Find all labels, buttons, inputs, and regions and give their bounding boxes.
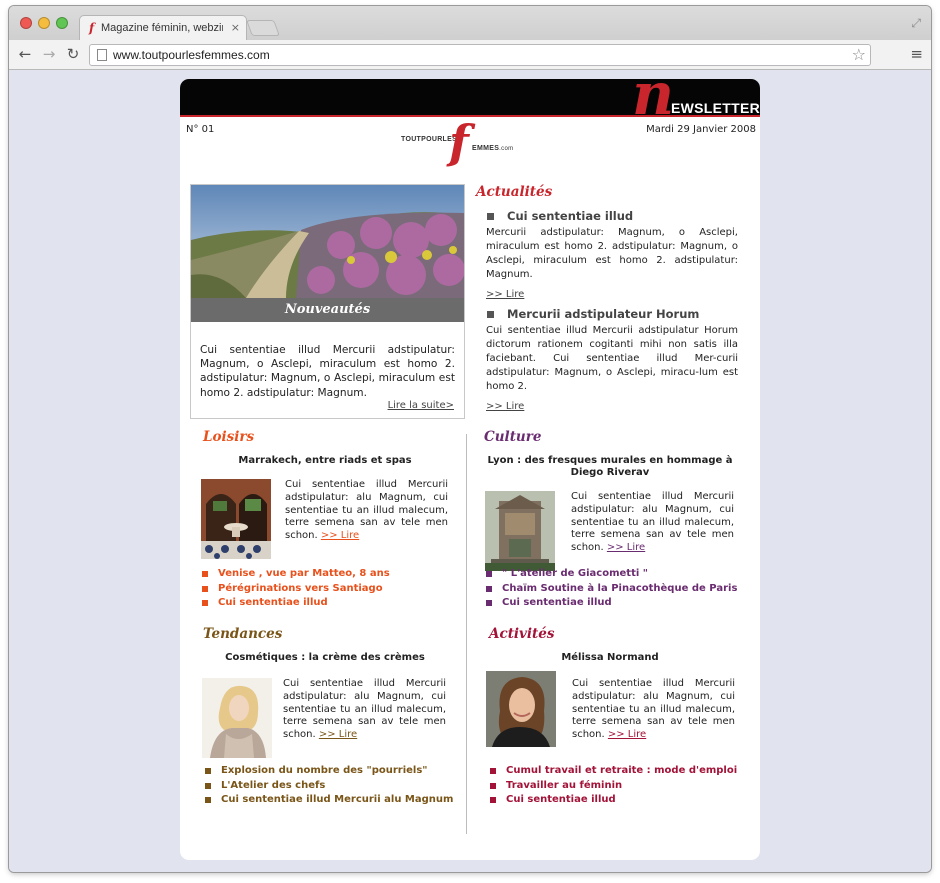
square-bullet-icon bbox=[202, 585, 208, 592]
list-item[interactable]: Cui sententiae illud bbox=[485, 596, 750, 611]
read-more-link[interactable]: Lire la suite> bbox=[388, 400, 454, 411]
zoom-window-button[interactable] bbox=[56, 17, 68, 29]
activites-text: Cui sententiae illud Mercurii adstipulat… bbox=[572, 678, 735, 741]
tendances-read-link[interactable]: >> Lire bbox=[319, 729, 357, 740]
site-favicon-icon: f bbox=[89, 21, 95, 35]
portrait-photo[interactable] bbox=[486, 671, 556, 747]
feature-title: Nouveautés bbox=[284, 302, 371, 317]
news-item: Mercurii adstipulateur Horum Cui sentent… bbox=[486, 307, 738, 413]
newsletter-header: n EWSLETTER bbox=[180, 79, 760, 123]
activites-read-link[interactable]: >> Lire bbox=[608, 729, 646, 740]
news-text: Mercurii adstipulatur: Magnum, o Asclepi… bbox=[486, 227, 738, 280]
news-heading[interactable]: Cui sententiae illud bbox=[486, 209, 738, 224]
address-bar[interactable]: www.toutpourlesfemmes.com ☆ bbox=[89, 44, 871, 66]
loisirs-links: Venise , vue par Matteo, 8 ans Pérégrina… bbox=[201, 567, 466, 611]
activites-headline[interactable]: Mélissa Normand bbox=[475, 652, 745, 664]
site-logo[interactable]: TOUTPOURLES f EMMES.com bbox=[401, 119, 541, 175]
list-item[interactable]: Cui sententiae illud Mercurii alu Magnum bbox=[204, 793, 469, 808]
tendances-links: Explosion du nombre des "pourriels" L'At… bbox=[204, 764, 469, 808]
close-window-button[interactable] bbox=[20, 17, 32, 29]
feature-title-band: Nouveautés bbox=[191, 298, 464, 322]
issue-number: N° 01 bbox=[186, 124, 215, 135]
tab-title: Magazine féminin, webzine bbox=[101, 22, 223, 34]
news-read-link[interactable]: >> Lire bbox=[486, 289, 524, 300]
browser-toolbar: ← → ↻ www.toutpourlesfemmes.com ☆ ≡ bbox=[9, 40, 931, 70]
list-item[interactable]: " L'atelier de Giacometti " bbox=[485, 567, 750, 582]
list-item[interactable]: L'Atelier des chefs bbox=[204, 779, 469, 794]
news-text: Cui sententiae illud Mercurii adstipulat… bbox=[486, 325, 738, 392]
back-arrow-icon[interactable]: ← bbox=[15, 44, 35, 64]
list-item[interactable]: Cui sententiae illud bbox=[201, 596, 466, 611]
reload-icon[interactable]: ↻ bbox=[63, 44, 83, 64]
culture-read-link[interactable]: >> Lire bbox=[607, 542, 645, 553]
newsletter: n EWSLETTER N° 01 Mardi 29 Janvier 2008 … bbox=[180, 79, 760, 860]
browser-tab[interactable]: f Magazine féminin, webzine × bbox=[79, 15, 247, 41]
page-viewport: n EWSLETTER N° 01 Mardi 29 Janvier 2008 … bbox=[9, 71, 931, 872]
activites-title: Activités bbox=[489, 626, 555, 642]
landscape-photo[interactable] bbox=[191, 185, 464, 298]
culture-text: Cui sententiae illud Mercurii adstipulat… bbox=[571, 491, 734, 554]
list-item[interactable]: Explosion du nombre des "pourriels" bbox=[204, 764, 469, 779]
star-icon[interactable]: ☆ bbox=[852, 45, 866, 64]
actualites-title: Actualités bbox=[476, 184, 553, 200]
menu-icon[interactable]: ≡ bbox=[910, 45, 923, 63]
loisirs-headline[interactable]: Marrakech, entre riads et spas bbox=[190, 455, 460, 467]
newsletter-word: EWSLETTER bbox=[671, 100, 760, 116]
square-bullet-icon bbox=[202, 571, 208, 577]
tendances-title: Tendances bbox=[203, 626, 283, 642]
fresco-photo[interactable] bbox=[485, 491, 555, 571]
list-item[interactable]: Chaïm Soutine à la Pinacothèque de Paris bbox=[485, 582, 750, 597]
fullscreen-icon[interactable]: ⤢ bbox=[911, 16, 921, 31]
list-item[interactable]: Travailler au féminin bbox=[489, 779, 754, 794]
activites-links: Cumul travail et retraite : mode d'emplo… bbox=[489, 764, 754, 808]
culture-links: " L'atelier de Giacometti " Chaïm Soutin… bbox=[485, 567, 750, 611]
news-heading[interactable]: Mercurii adstipulateur Horum bbox=[486, 307, 738, 322]
tab-close-icon[interactable]: × bbox=[231, 21, 240, 34]
square-bullet-icon bbox=[490, 797, 496, 803]
square-bullet-icon bbox=[205, 782, 211, 789]
model-photo[interactable] bbox=[202, 678, 272, 758]
page-icon bbox=[97, 49, 107, 61]
news-read-link[interactable]: >> Lire bbox=[486, 401, 524, 412]
list-item[interactable]: Cumul travail et retraite : mode d'emplo… bbox=[489, 764, 754, 779]
window-controls bbox=[20, 17, 68, 29]
list-item[interactable]: Venise , vue par Matteo, 8 ans bbox=[201, 567, 466, 582]
minimize-window-button[interactable] bbox=[38, 17, 50, 29]
logo-f-letter: f bbox=[449, 115, 469, 169]
issue-date: Mardi 29 Janvier 2008 bbox=[646, 124, 756, 135]
tendances-headline[interactable]: Cosmétiques : la crème des crèmes bbox=[190, 652, 460, 664]
tendances-text: Cui sententiae illud Mercurii adstipulat… bbox=[283, 678, 446, 741]
news-item: Cui sententiae illud Mercurii adstipulat… bbox=[486, 209, 738, 301]
square-bullet-icon bbox=[486, 585, 492, 592]
square-bullet-icon bbox=[490, 768, 496, 774]
square-bullet-icon bbox=[490, 782, 496, 789]
square-bullet-icon bbox=[487, 213, 494, 220]
tab-bar: f Magazine féminin, webzine × ⤢ bbox=[9, 6, 931, 41]
browser-window: f Magazine féminin, webzine × ⤢ ← → ↻ ww… bbox=[9, 6, 931, 872]
riad-photo[interactable] bbox=[201, 479, 271, 559]
loisirs-read-link[interactable]: >> Lire bbox=[321, 530, 359, 541]
feature-box: Nouveautés Cui sententiae illud Mercurii… bbox=[190, 184, 465, 419]
loisirs-title: Loisirs bbox=[203, 429, 255, 445]
square-bullet-icon bbox=[202, 600, 208, 606]
actualites-column: Actualités Cui sententiae illud Mercurii… bbox=[476, 184, 738, 412]
list-item[interactable]: Cui sententiae illud bbox=[489, 793, 754, 808]
newsletter-n-letter: n bbox=[632, 79, 675, 128]
culture-headline[interactable]: Lyon : des fresques murales en hommage à… bbox=[475, 455, 745, 479]
culture-title: Culture bbox=[484, 429, 542, 445]
logo-text-right: EMMES.com bbox=[472, 145, 514, 152]
square-bullet-icon bbox=[486, 571, 492, 577]
url-text[interactable]: www.toutpourlesfemmes.com bbox=[113, 48, 270, 62]
square-bullet-icon bbox=[486, 600, 492, 606]
feature-text: Cui sententiae illud Mercurii adstipulat… bbox=[200, 344, 455, 399]
loisirs-text: Cui sententiae illud Mercurii adstipulat… bbox=[285, 479, 448, 542]
square-bullet-icon bbox=[205, 768, 211, 774]
square-bullet-icon bbox=[487, 311, 494, 318]
forward-arrow-icon[interactable]: → bbox=[39, 44, 59, 64]
square-bullet-icon bbox=[205, 797, 211, 803]
new-tab-button[interactable] bbox=[246, 20, 280, 36]
list-item[interactable]: Pérégrinations vers Santiago bbox=[201, 582, 466, 597]
